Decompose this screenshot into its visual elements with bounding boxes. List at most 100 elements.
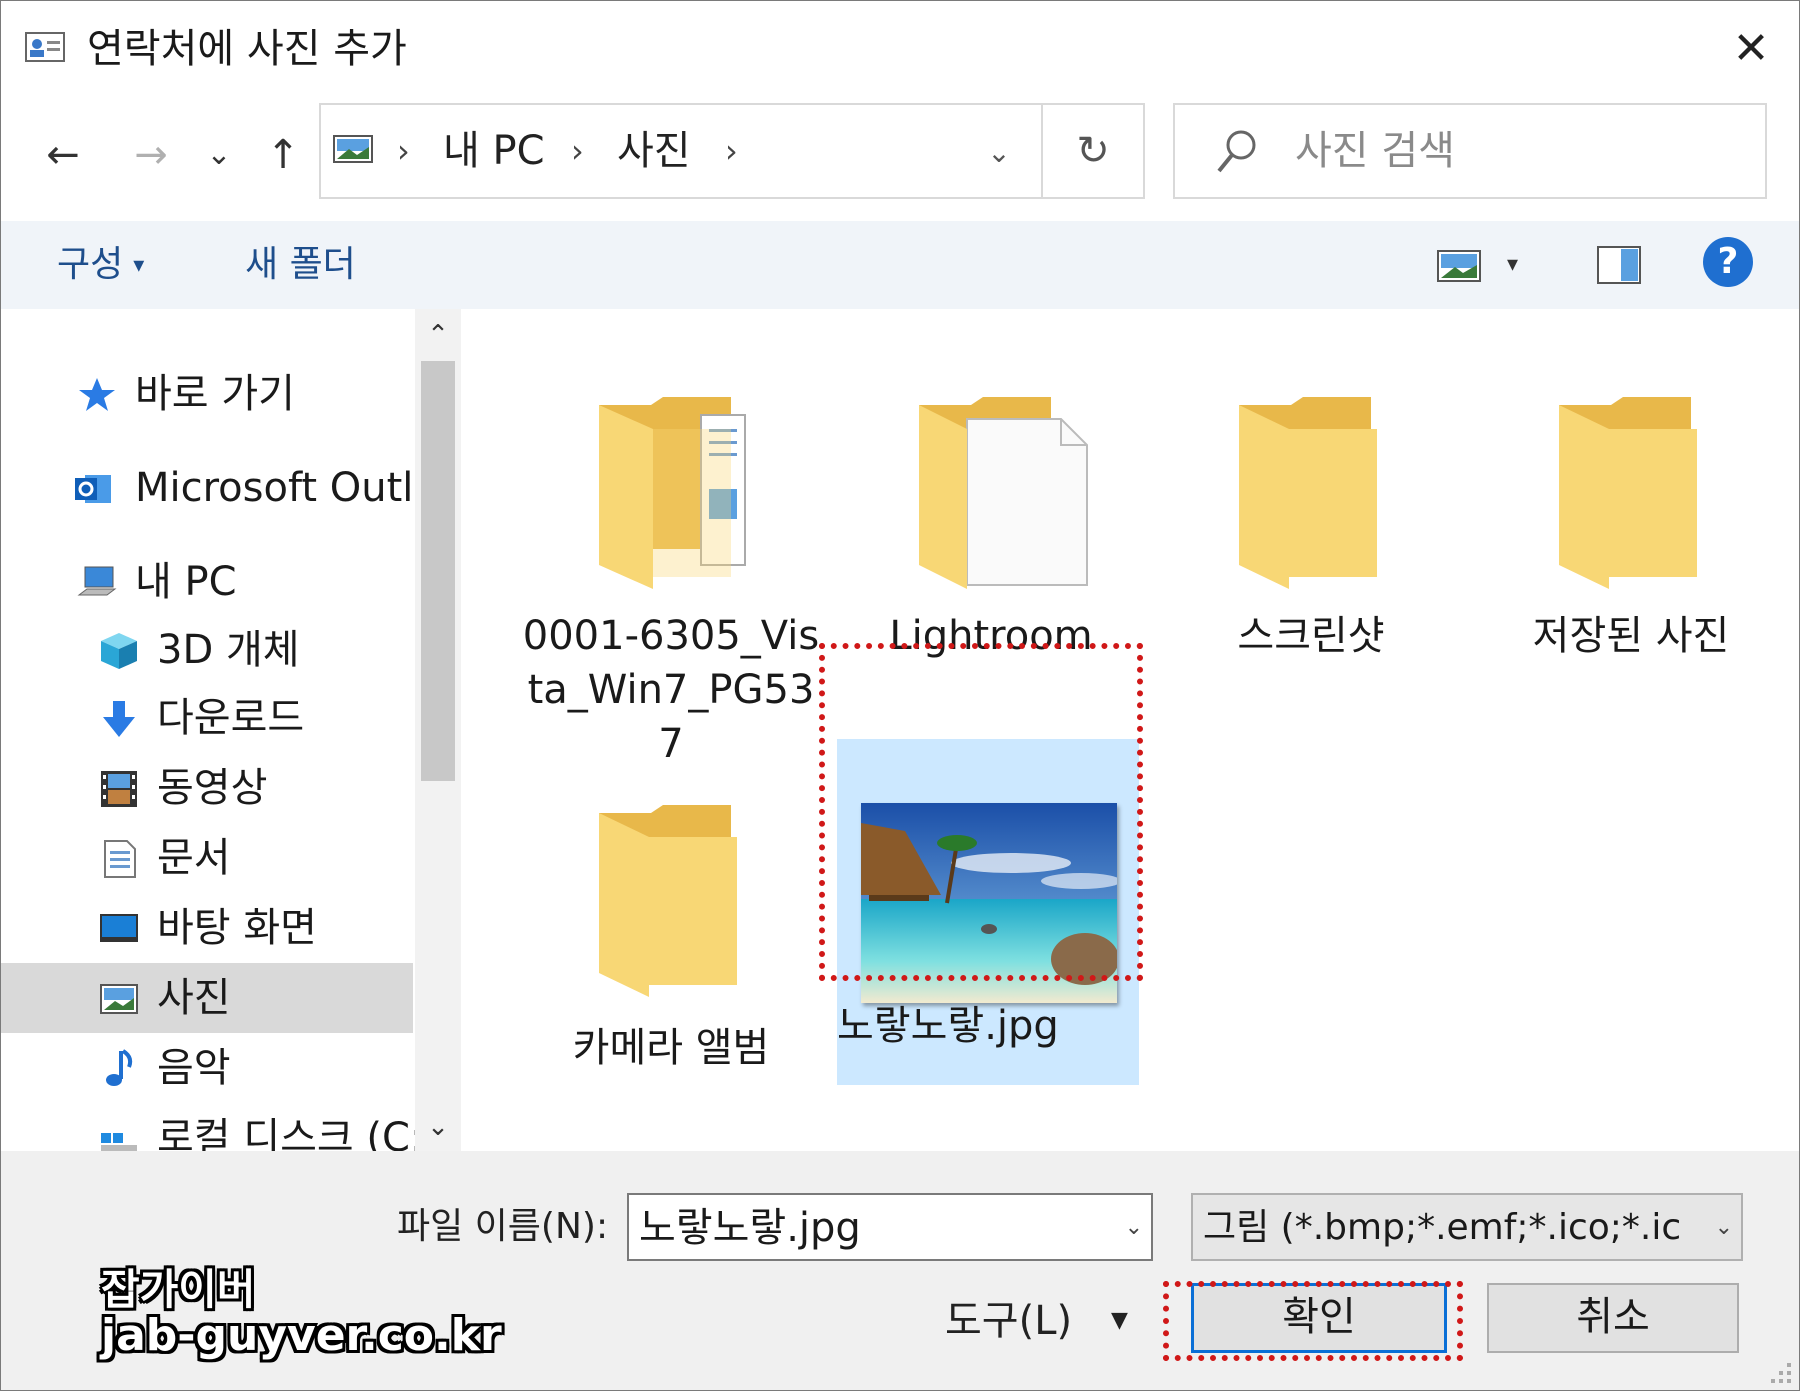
sidebar-item-label: 문서 xyxy=(157,835,231,881)
resize-grip-icon[interactable] xyxy=(1765,1357,1795,1387)
watermark: 잡가이버 jab-guyver.co.kr xyxy=(101,1267,502,1359)
new-folder-button[interactable]: 새 폴더 xyxy=(245,239,356,291)
drive-icon xyxy=(101,1133,137,1151)
breadcrumb-separator: › xyxy=(571,132,584,170)
folder-item[interactable]: 저장된 사진 xyxy=(1481,309,1781,669)
folder-with-file-icon xyxy=(919,397,1088,589)
file-name: 노랗노랗.jpg xyxy=(837,1003,1059,1049)
sidebar-item-music[interactable]: 음악 xyxy=(1,1033,413,1103)
contact-card-icon xyxy=(25,32,65,62)
filename-input[interactable]: 노랗노랗.jpg ⌄ xyxy=(627,1193,1153,1261)
search-placeholder: 사진 검색 xyxy=(1295,128,1455,174)
breadcrumb-this-pc[interactable]: 내 PC xyxy=(443,123,545,179)
ok-highlight xyxy=(1163,1281,1463,1361)
folder-with-docs-icon xyxy=(599,397,746,589)
refresh-button[interactable]: ↻ xyxy=(1041,103,1145,199)
sidebar-item-label: 바탕 화면 xyxy=(157,905,317,951)
sidebar-item-label: 동영상 xyxy=(157,765,268,811)
sidebar-item-desktop[interactable]: 바탕 화면 xyxy=(1,893,413,963)
sidebar-item-label: 로컬 디스크 (C:) xyxy=(157,1115,440,1151)
close-button[interactable]: ✕ xyxy=(1723,21,1779,77)
back-button[interactable]: ← xyxy=(35,127,91,183)
folder-name: 카메라 앨범 xyxy=(572,1025,770,1071)
folder-item[interactable]: 카메라 앨범 xyxy=(521,717,821,1077)
title-bar: 연락처에 사진 추가 ✕ xyxy=(1,1,1799,97)
sidebar-item-3d-objects[interactable]: 3D 개체 xyxy=(1,615,413,685)
sidebar-item-label: 사진 xyxy=(157,975,231,1021)
up-button[interactable]: ↑ xyxy=(255,127,311,183)
search-icon xyxy=(1217,130,1256,173)
watermark-line-1: 잡가이버 xyxy=(101,1265,256,1314)
sidebar-item-downloads[interactable]: 다운로드 xyxy=(1,683,413,753)
address-dropdown-button[interactable]: ⌄ xyxy=(971,125,1027,181)
sidebar-item-label: 음악 xyxy=(157,1045,231,1091)
star-icon xyxy=(79,378,115,411)
download-icon xyxy=(103,701,135,737)
scroll-up-button[interactable]: ⌃ xyxy=(415,313,461,357)
navigation-bar: ← → ⌄ ↑ › 내 PC › 사진 › ⌄ ↻ 사진 검색 xyxy=(1,97,1799,207)
organize-label: 구성 xyxy=(57,244,124,285)
breadcrumb-separator: › xyxy=(397,132,410,170)
file-list: 0001-6305_Vista_Win7_PG537 Lightroom 스크린… xyxy=(471,309,1799,1151)
cube-icon xyxy=(101,633,137,669)
tools-button[interactable]: 도구(L) xyxy=(945,1293,1072,1349)
file-type-value: 그림 (*.bmp;*.emf;*.ico;*.icon;*.j xyxy=(1203,1207,1683,1248)
sidebar-item-videos[interactable]: 동영상 xyxy=(1,753,413,823)
watermark-line-2: jab-guyver.co.kr xyxy=(101,1310,502,1361)
view-options-dropdown[interactable]: ▾ xyxy=(1507,239,1518,291)
scroll-down-button[interactable]: ⌄ xyxy=(415,1105,461,1149)
document-icon xyxy=(104,840,136,878)
music-icon xyxy=(106,1049,133,1086)
sidebar-item-outlook[interactable]: Microsoft Outlook xyxy=(1,453,461,523)
recent-locations-button[interactable]: ⌄ xyxy=(197,127,241,183)
file-type-select[interactable]: 그림 (*.bmp;*.emf;*.ico;*.icon;*.j ⌄ xyxy=(1191,1193,1743,1261)
chevron-down-icon: ⌄ xyxy=(1714,1215,1733,1240)
sidebar-item-documents[interactable]: 문서 xyxy=(1,823,413,893)
scrollbar-thumb[interactable] xyxy=(421,361,455,781)
change-view-icon[interactable] xyxy=(1437,249,1481,283)
cancel-button[interactable]: 취소 xyxy=(1487,1283,1739,1353)
address-bar[interactable]: › 내 PC › 사진 › ⌄ xyxy=(319,103,1143,199)
sidebar-item-pictures[interactable]: 사진 xyxy=(1,963,413,1033)
sidebar-item-quick-access[interactable]: 바로 가기 xyxy=(1,359,413,429)
preview-pane-icon[interactable] xyxy=(1597,245,1641,285)
sidebar-item-label: 다운로드 xyxy=(157,695,305,741)
dialog-title: 연락처에 사진 추가 xyxy=(87,26,407,72)
folder-name: 저장된 사진 xyxy=(1532,613,1730,659)
sidebar-item-local-disk[interactable]: 로컬 디스크 (C:) xyxy=(1,1103,439,1151)
folder-icon xyxy=(1239,397,1377,589)
selection-highlight xyxy=(819,643,1143,981)
forward-button[interactable]: → xyxy=(123,127,179,183)
video-icon xyxy=(101,771,137,807)
breadcrumb-separator: › xyxy=(725,132,738,170)
search-box[interactable]: 사진 검색 xyxy=(1173,103,1767,199)
pictures-icon xyxy=(333,135,373,163)
breadcrumb-pictures[interactable]: 사진 xyxy=(617,123,691,179)
sidebar-item-this-pc[interactable]: 내 PC xyxy=(1,547,413,617)
chevron-down-icon[interactable]: ⌄ xyxy=(1125,1201,1143,1255)
filename-label: 파일 이름(N): xyxy=(397,1206,609,1247)
folder-item[interactable]: 0001-6305_Vista_Win7_PG537 xyxy=(521,309,821,767)
filename-value: 노랗노랗.jpg xyxy=(639,1205,861,1251)
help-button[interactable]: ? xyxy=(1703,237,1753,287)
folder-icon xyxy=(1559,397,1697,589)
sidebar-item-label: Microsoft Outlook xyxy=(135,465,461,511)
sidebar-item-label: 내 PC xyxy=(135,559,237,605)
desktop-icon xyxy=(100,914,138,942)
caret-down-icon[interactable]: ▼ xyxy=(1111,1293,1128,1349)
navigation-pane: 바로 가기 Microsoft Outlook 내 PC 3D 개체 다운로드 … xyxy=(1,309,461,1151)
folder-item[interactable]: Lightroom xyxy=(841,309,1141,669)
pictures-icon xyxy=(100,984,138,1014)
sidebar-item-label: 바로 가기 xyxy=(135,371,295,417)
add-photo-dialog: 연락처에 사진 추가 ✕ ← → ⌄ ↑ › 내 PC › 사진 › ⌄ ↻ 사… xyxy=(0,0,1800,1391)
chevron-down-icon: ▾ xyxy=(133,253,145,278)
sidebar-item-label: 3D 개체 xyxy=(157,627,300,673)
command-bar: 구성 ▾ 새 폴더 ▾ ? xyxy=(1,221,1799,309)
computer-icon xyxy=(77,566,117,596)
folder-name: 스크린샷 xyxy=(1237,613,1385,659)
outlook-icon xyxy=(75,475,111,503)
folder-icon xyxy=(599,805,737,997)
organize-button[interactable]: 구성 ▾ xyxy=(57,239,144,292)
folder-item[interactable]: 스크린샷 xyxy=(1161,309,1461,669)
sidebar-scrollbar[interactable]: ⌃ ⌄ xyxy=(415,309,461,1151)
